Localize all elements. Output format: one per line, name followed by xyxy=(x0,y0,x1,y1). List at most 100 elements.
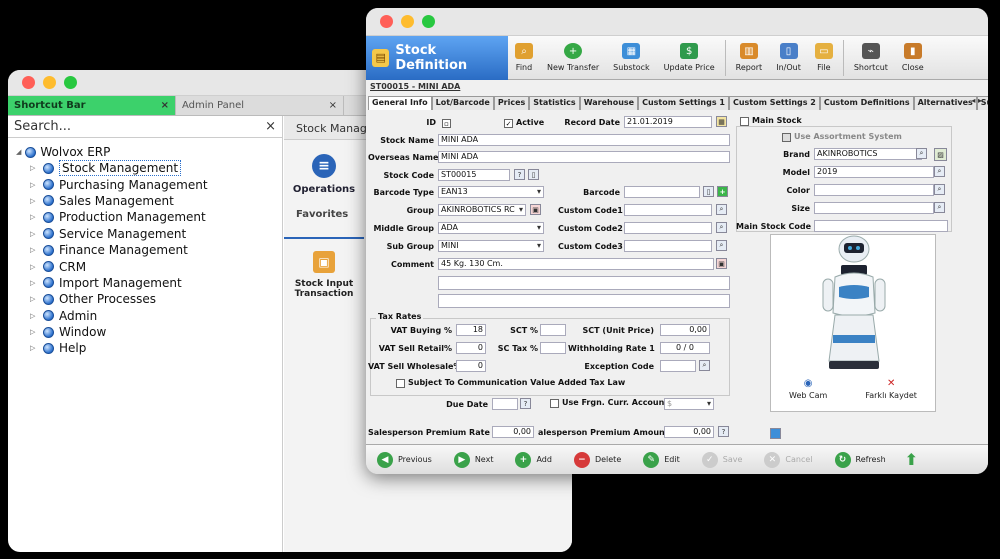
overseas-name-field[interactable]: MINI ADA xyxy=(438,151,730,163)
lookup-icon[interactable]: ⌕ xyxy=(934,184,945,195)
use-frgn-checkbox[interactable] xyxy=(550,399,559,408)
lookup-icon[interactable]: ⌕ xyxy=(916,148,927,159)
tree-item-admin[interactable]: ▷ Admin xyxy=(16,308,282,324)
tab-scroll-arrows[interactable]: ◂ ▸ xyxy=(971,96,982,105)
clear-search-icon[interactable]: × xyxy=(265,119,276,134)
save-as-button[interactable]: ✕ Farklı Kaydet xyxy=(865,378,917,414)
help-icon[interactable]: ? xyxy=(718,426,729,437)
tree-item-purchasing[interactable]: ▷ Purchasing Management xyxy=(16,176,282,192)
comment-line3[interactable] xyxy=(438,294,730,308)
group-select[interactable]: AKINROBOTICS RC xyxy=(438,204,526,216)
tab-general-info[interactable]: General Info xyxy=(368,96,432,110)
tree-root[interactable]: ◢ Wolvox ERP xyxy=(16,144,282,160)
add-barcode-icon[interactable]: + xyxy=(717,186,728,197)
tab-lot-barcode[interactable]: Lot/Barcode xyxy=(431,96,494,110)
in-out-button[interactable]: ▯ In/Out xyxy=(769,36,808,80)
close-tab-icon[interactable]: × xyxy=(161,100,169,111)
main-stock-code-field[interactable] xyxy=(814,220,948,232)
tab-custom-settings-1[interactable]: Custom Settings 1 xyxy=(638,96,729,110)
close-tab-icon[interactable]: × xyxy=(329,100,337,111)
vat-sell-wholesale-field[interactable]: 0 xyxy=(456,360,486,372)
image-icon[interactable]: ▨ xyxy=(934,148,947,161)
tree-item-stock[interactable]: ▷ Stock Management xyxy=(16,160,282,177)
save-button[interactable]: ✓ Save xyxy=(691,451,754,468)
id-checkbox[interactable]: ▫ xyxy=(442,119,451,128)
sct-unit-price-field[interactable]: 0,00 xyxy=(660,324,710,336)
model-field[interactable]: 2019 xyxy=(814,166,934,178)
lookup-icon[interactable]: ⌕ xyxy=(699,360,710,371)
new-transfer-button[interactable]: + New Transfer xyxy=(540,36,606,80)
vat-sell-retail-field[interactable]: 0 xyxy=(456,342,486,354)
lookup-icon[interactable]: ⌕ xyxy=(716,204,727,215)
update-price-button[interactable]: $ Update Price xyxy=(657,36,722,80)
barcode-type-select[interactable]: EAN13 xyxy=(438,186,544,198)
up-arrow-icon[interactable]: ⬆ xyxy=(905,450,918,469)
web-cam-button[interactable]: ◉ Web Cam xyxy=(789,378,827,414)
close-window-icon[interactable] xyxy=(22,76,35,89)
minimize-window-icon[interactable] xyxy=(43,76,56,89)
active-checkbox[interactable]: ✓ xyxy=(504,119,513,128)
tree-item-help[interactable]: ▷ Help xyxy=(16,340,282,356)
shortcut-button[interactable]: ⌁ Shortcut xyxy=(847,36,895,80)
vat-buying-field[interactable]: 18 xyxy=(456,324,486,336)
tab-prices[interactable]: Prices xyxy=(493,96,530,110)
tree-item-other[interactable]: ▷ Other Processes xyxy=(16,291,282,307)
use-assortment-checkbox[interactable] xyxy=(782,133,791,142)
stock-input-shortcut[interactable]: ▣ Stock Input Transaction xyxy=(284,239,364,299)
comment-icon[interactable]: ▣ xyxy=(716,258,727,269)
salesperson-rate-field[interactable]: 0,00 xyxy=(492,426,534,438)
brand-field[interactable]: AKINROBOTICS xyxy=(814,148,922,160)
tree-item-production[interactable]: ▷ Production Management xyxy=(16,209,282,225)
maximize-window-icon[interactable] xyxy=(422,15,435,28)
stock-name-field[interactable]: MINI ADA xyxy=(438,134,730,146)
tab-warehouse[interactable]: Warehouse xyxy=(579,96,639,110)
search-input[interactable]: Search... × xyxy=(8,116,282,138)
tree-item-window[interactable]: ▷ Window xyxy=(16,324,282,340)
currency-select[interactable]: $ xyxy=(664,398,714,410)
tab-admin-panel[interactable]: Admin Panel × xyxy=(176,96,344,115)
sct-field[interactable] xyxy=(540,324,566,336)
help-icon[interactable]: ? xyxy=(520,398,531,409)
tab-custom-settings-2[interactable]: Custom Settings 2 xyxy=(728,96,820,110)
document-icon[interactable]: ▯ xyxy=(703,186,714,197)
group-lookup-icon[interactable]: ▣ xyxy=(530,204,541,215)
maximize-window-icon[interactable] xyxy=(64,76,77,89)
stock-code-field[interactable]: ST00015 xyxy=(438,169,510,181)
tab-alternatives[interactable]: Alternatives xyxy=(913,96,977,110)
previous-button[interactable]: ◀ Previous xyxy=(366,451,443,468)
custom-code1-field[interactable] xyxy=(624,204,712,216)
sc-tax-field[interactable] xyxy=(540,342,566,354)
subject-comm-checkbox[interactable] xyxy=(396,379,405,388)
tree-item-import[interactable]: ▷ Import Management xyxy=(16,275,282,291)
cancel-button[interactable]: ✕ Cancel xyxy=(753,451,823,468)
middle-group-select[interactable]: ADA xyxy=(438,222,544,234)
record-date-field[interactable]: 21.01.2019 xyxy=(624,116,712,128)
color-field[interactable] xyxy=(814,184,934,196)
exception-code-field[interactable] xyxy=(660,360,696,372)
copy-icon[interactable]: ▯ xyxy=(528,169,539,180)
custom-code3-field[interactable] xyxy=(624,240,712,252)
next-button[interactable]: ▶ Next xyxy=(443,451,505,468)
tree-item-finance[interactable]: ▷ Finance Management xyxy=(16,242,282,258)
due-date-field[interactable] xyxy=(492,398,518,410)
tree-item-sales[interactable]: ▷ Sales Management xyxy=(16,193,282,209)
lookup-icon[interactable]: ⌕ xyxy=(934,202,945,213)
calendar-icon[interactable]: ▦ xyxy=(716,116,727,127)
refresh-button[interactable]: ↻ Refresh xyxy=(824,451,897,468)
image-thumb-icon[interactable] xyxy=(770,428,781,439)
close-window-icon[interactable] xyxy=(380,15,393,28)
help-icon[interactable]: ? xyxy=(514,169,525,180)
file-button[interactable]: ▭ File xyxy=(808,36,840,80)
comment-line2[interactable] xyxy=(438,276,730,290)
tree-item-crm[interactable]: ▷ CRM xyxy=(16,258,282,274)
minimize-window-icon[interactable] xyxy=(401,15,414,28)
lookup-icon[interactable]: ⌕ xyxy=(716,222,727,233)
tab-statistics[interactable]: Statistics xyxy=(529,96,580,110)
sub-group-select[interactable]: MINI xyxy=(438,240,544,252)
substock-button[interactable]: ▦ Substock xyxy=(606,36,656,80)
custom-code2-field[interactable] xyxy=(624,222,712,234)
lookup-icon[interactable]: ⌕ xyxy=(934,166,945,177)
find-button[interactable]: ⌕ Find xyxy=(508,36,540,80)
comment-field[interactable]: 45 Kg. 130 Cm. xyxy=(438,258,714,270)
size-field[interactable] xyxy=(814,202,934,214)
